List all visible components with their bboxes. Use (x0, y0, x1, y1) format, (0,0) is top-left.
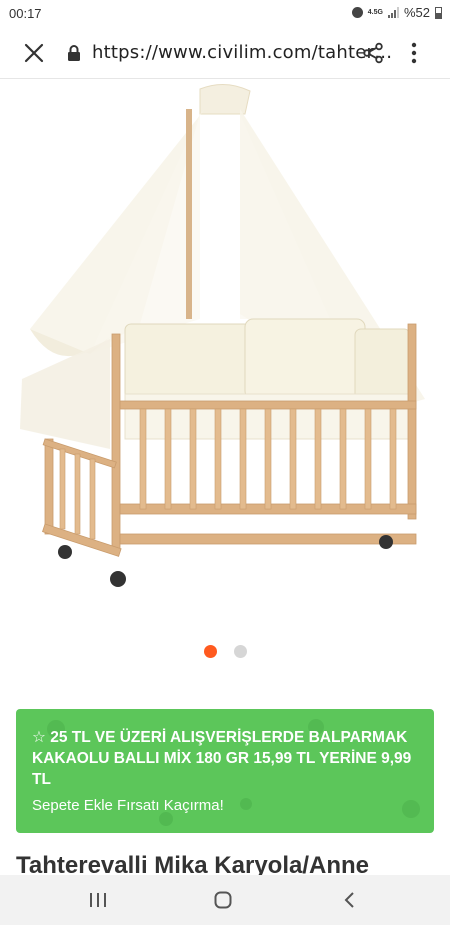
carousel-dot-1[interactable] (203, 645, 217, 658)
signal-icon (387, 7, 399, 18)
promo-banner[interactable]: ☆ 25 TL VE ÜZERİ ALIŞVERİŞLERDE BALPARMA… (16, 709, 434, 833)
status-bar: 00:17 4.5G %52 (0, 0, 450, 28)
battery-percent: %52 (403, 5, 430, 20)
carousel-indicator (0, 645, 450, 658)
back-icon[interactable] (343, 891, 355, 909)
alarm-icon (351, 7, 363, 18)
browser-toolbar: https://www.civilim.com/tahter… (0, 28, 450, 79)
star-icon: ☆ (32, 729, 46, 746)
status-icons: 4.5G %52 (351, 5, 442, 20)
close-icon[interactable] (22, 41, 46, 65)
carousel-dot-2[interactable] (233, 645, 247, 658)
promo-title: ☆ 25 TL VE ÜZERİ ALIŞVERİŞLERDE BALPARMA… (32, 727, 422, 790)
promo-title-text: 25 TL VE ÜZERİ ALIŞVERİŞLERDE BALPARMAK … (32, 729, 412, 788)
battery-icon (435, 6, 442, 19)
promo-subtitle: Sepete Ekle Fırsatı Kaçırma! (32, 797, 224, 814)
more-vert-icon[interactable] (407, 41, 421, 65)
lock-icon (68, 45, 80, 61)
network-type: 4.5G (367, 9, 383, 16)
url-bar[interactable]: https://www.civilim.com/tahter… (92, 42, 392, 63)
product-image[interactable] (0, 79, 450, 639)
home-icon[interactable] (214, 891, 232, 909)
share-icon[interactable] (362, 42, 384, 64)
status-time: 00:17 (9, 6, 42, 21)
recent-apps-icon[interactable] (88, 892, 108, 908)
system-nav-bar (0, 875, 450, 925)
